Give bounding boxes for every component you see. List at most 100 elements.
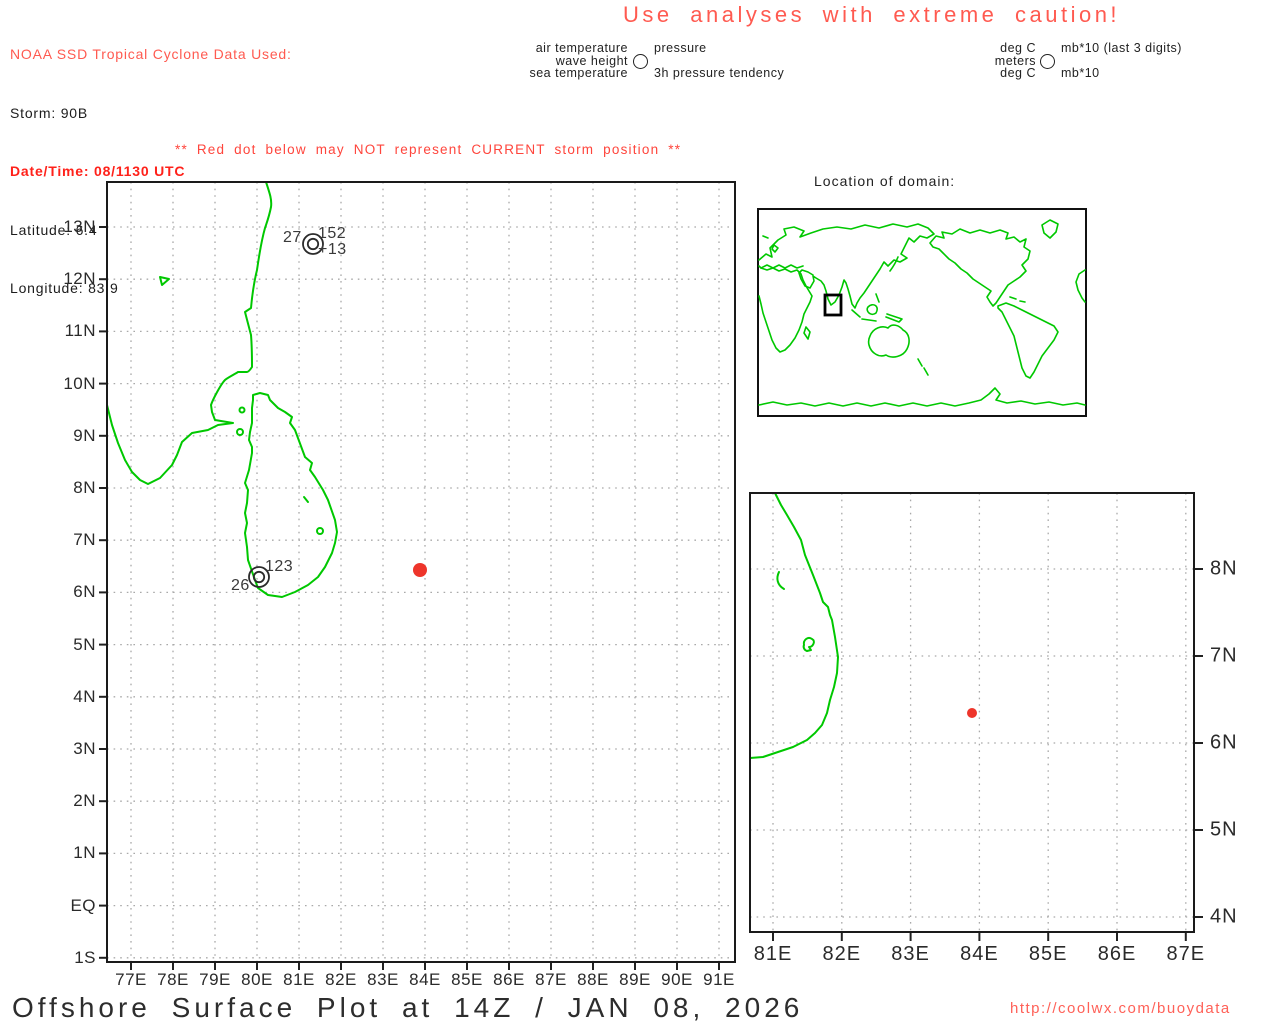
zoom-map [749,492,1203,941]
axis-tick-label: 11N [64,321,96,341]
caution-title: Use analyses with extreme caution! [623,2,1121,27]
datetime-line: Date/Time: 08/1130 UTC [10,163,186,179]
main-map-y-axis: 13N 12N 11N 10N 9N 8N 7N 6N 5N 4N 3N 2N 1N EQ 1S [38,182,96,967]
axis-tick-label: 91E [703,970,735,989]
inland-mark [303,496,309,503]
jaffna-islet [238,406,246,414]
south-america-coastline [997,302,1059,379]
legend-pressure-tendency-label: 3h pressure tendency [654,66,785,80]
madagascar-island [803,326,811,340]
zoom-map-right-tickmarks [1194,568,1203,918]
axis-tick-label: 85E [1028,943,1068,965]
axis-tick-label: EQ [70,895,96,915]
north-america-coastline [929,228,1031,307]
antarctica-coastline [758,387,1086,407]
offshore-surface-plot-page: { "header": { "source_line": "NOAA SSD T… [0,0,1280,1024]
axis-tick-label: 79E [199,970,231,989]
uk-island [771,244,779,253]
world-map-inset [757,208,1087,417]
storm-position-warning: ** Red dot below may NOT represent CURRE… [175,142,682,157]
axis-tick-label: 78E [157,970,189,989]
axis-tick-label: 83E [367,970,399,989]
axis-tick-label: 88E [577,970,609,989]
axis-tick-label: 82E [822,943,862,965]
zoom-map-y-axis: 8N 7N 6N 5N 4N [1210,493,1254,932]
station2-pressure: 123 [265,558,294,575]
domain-location-title: Location of domain: [814,173,956,189]
station-circle-icon [633,54,648,69]
jaffna-islet [236,428,244,436]
main-map-left-tickmarks [99,226,107,959]
legend-mb10-label: mb*10 [1061,66,1100,80]
data-source-line: NOAA SSD Tropical Cyclone Data Used: [10,46,292,62]
iceland-island [762,235,769,239]
east-coast-islet [316,527,324,535]
zoom-map-x-axis: 81E 82E 83E 84E 85E 86E 87E [750,943,1204,965]
axis-tick-label: 6N [1210,731,1238,754]
africa-west-edge-wrap [1075,269,1086,303]
new-zealand-islands [917,358,929,376]
storm-position-dot [413,563,427,577]
axis-tick-label: 1S [74,947,96,967]
storm-id-line: Storm: 90B [10,104,89,121]
station-inner-circle [252,570,266,584]
zoom-map-canvas [749,492,1203,941]
axis-tick-label: 8N [73,478,96,497]
axis-tick-label: 87E [535,970,567,989]
station-circle-icon [1040,54,1055,69]
lagoon-hook [776,571,785,590]
axis-tick-label: 86E [493,970,525,989]
legend-mb10-last3-label: mb*10 (last 3 digits) [1061,41,1182,55]
axis-tick-label: 81E [753,943,793,965]
eurasia-coastline [758,223,935,309]
axis-tick-label: 89E [619,970,651,989]
axis-tick-label: 84E [960,943,999,965]
main-map: 27 152 +13 123 26 [99,181,736,970]
axis-tick-label: 84E [409,970,441,989]
axis-tick-label: 5N [1210,818,1238,841]
axis-tick-label: 77E [115,970,147,989]
station-inner-circle [306,237,320,251]
zoom-map-bottom-tickmarks [772,932,1187,941]
station2-sea-temperature: 26 [231,577,250,594]
legend-pressure-label: pressure [654,41,707,55]
axis-tick-label: 81E [283,970,315,989]
axis-tick-label: 7N [1210,644,1238,667]
small-island [159,276,170,286]
axis-tick-label: 2N [73,791,96,811]
axis-tick-label: 10N [63,373,96,393]
axis-tick-label: 5N [73,634,96,654]
axis-tick-label: 87E [1166,943,1206,965]
source-url: http://coolwx.com/buoydata [1010,1000,1231,1017]
japan-islands [889,256,899,272]
plot-title: Offshore Surface Plot at 14Z / JAN 08, 2… [12,992,804,1023]
africa-coastline [758,267,813,353]
main-map-latitude-gridlines [107,226,735,959]
greenland-island [1041,219,1059,239]
europe-mediterranean-coastline [758,264,804,269]
sri-lanka-east-coastline [749,492,839,759]
axis-tick-label: 83E [891,943,930,965]
station1-pressure-tendency: +13 [318,241,347,258]
axis-tick-label: 9N [73,425,96,445]
axis-tick-label: 7N [73,530,96,550]
axis-tick-label: 85E [451,970,483,989]
australia-coastline [867,324,910,358]
axis-tick-label: 6N [73,582,96,602]
main-map-canvas [99,181,736,970]
axis-tick-label: 4N [1210,905,1238,928]
station1-air-temperature: 27 [283,229,302,246]
axis-tick-label: 80E [241,970,273,989]
axis-tick-label: 4N [73,686,96,706]
axis-tick-label: 8N [1210,557,1238,580]
axis-tick-label: 1N [73,843,96,863]
zoom-map-latitude-gridlines [750,568,1194,918]
axis-tick-label: 90E [661,970,693,989]
legend-degc-bottom-label: deg C [1000,66,1036,80]
zoom-map-longitude-gridlines [772,493,1187,932]
storm-position-dot [967,708,977,718]
axis-tick-label: 86E [1097,943,1137,965]
axis-tick-label: 13N [63,217,96,236]
main-map-bottom-tickmarks [130,962,720,970]
coastal-islet [802,636,815,652]
